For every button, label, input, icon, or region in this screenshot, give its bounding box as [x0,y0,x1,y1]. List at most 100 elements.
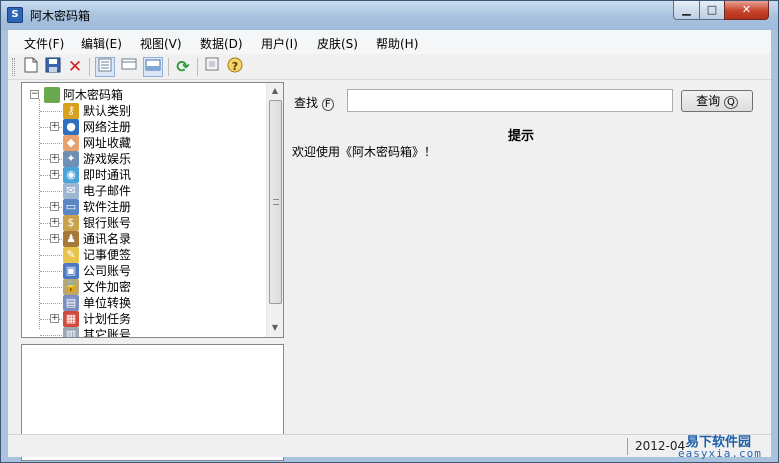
tree-item[interactable]: ▣ 公司账号 [22,263,267,279]
scroll-thumb[interactable] [269,100,282,304]
close-button[interactable]: ✕ [724,1,769,20]
status-separator [627,438,628,455]
window-app-icon: ▭ [63,199,79,215]
tree-item[interactable]: + ✦ 游戏娱乐 [22,151,267,167]
toolbar: ✕ ⟳ ? [8,54,771,80]
scroll-down-icon[interactable]: ▼ [267,320,283,336]
menu-data[interactable]: 数据(D) [200,35,243,52]
tree-item[interactable]: + $ 银行账号 [22,215,267,231]
bookmark-tag-icon: ◆ [63,135,79,151]
tree-item[interactable]: ✉ 电子邮件 [22,183,267,199]
tree-item[interactable]: ▥ 其它账号 [22,327,267,338]
status-bar: 2012-04- [8,434,771,457]
tree-item[interactable]: + ● 网络注册 [22,119,267,135]
tree-connector [40,303,62,304]
lock-file-icon: 🔒 [63,279,79,295]
status-date: 2012-04- [635,439,690,453]
menu-edit[interactable]: 编辑(E) [81,35,122,52]
tree-item-label: 通讯名录 [83,232,132,246]
minimize-button[interactable]: ▁ [673,1,700,20]
expand-icon[interactable]: + [50,314,59,323]
globe-icon: ● [63,119,79,135]
tip-title: 提示 [508,129,535,144]
tree-item-label: 网址收藏 [83,136,132,150]
help-icon[interactable]: ? [225,57,245,77]
menu-view[interactable]: 视图(V) [140,35,182,52]
query-button[interactable]: 查询 Q [681,90,753,112]
toolbar-separator [197,58,198,76]
tree-item-label: 公司账号 [83,264,132,278]
collapse-icon[interactable]: − [30,90,39,99]
trash-icon: ▥ [63,327,79,337]
tree-item-label: 单位转换 [83,296,132,310]
help-glyph: ? [231,60,239,73]
query-hotkey: Q [723,96,738,109]
tree-connector [40,255,62,256]
tree-root[interactable]: − 阿木密码箱 [22,87,267,103]
scroll-grip-icon [273,199,279,205]
tree-item-label: 其它账号 [83,328,132,338]
menu-user[interactable]: 用户(I) [261,35,298,52]
expand-icon[interactable]: + [50,202,59,211]
menu-file[interactable]: 文件(F) [24,35,64,52]
tree-scrollbar[interactable]: ▲ ▼ [266,83,283,337]
welcome-message: 欢迎使用《阿木密码箱》！ [292,145,437,159]
mail-icon: ✉ [63,183,79,199]
tree-item[interactable]: 🔒 文件加密 [22,279,267,295]
expand-icon[interactable]: + [50,154,59,163]
search-hotkey: F [321,98,334,111]
delete-icon[interactable]: ✕ [65,57,85,77]
window-title: 阿木密码箱 [30,9,91,23]
calculator-icon: ▤ [63,295,79,311]
app-window: S 阿木密码箱 ▁ □ ✕ 文件(F) 编辑(E) 视图(V) 数据(D) 用户… [0,0,779,463]
view-list-icon[interactable] [119,57,139,77]
tree-item[interactable]: + ◉ 即时通讯 [22,167,267,183]
query-button-label: 查询 [696,94,721,108]
expand-icon[interactable]: + [50,218,59,227]
chat-bubble-icon: ◉ [63,167,79,183]
contact-book-icon: ♟ [63,231,79,247]
money-bag-icon: $ [63,215,79,231]
tree-item[interactable]: ◆ 网址收藏 [22,135,267,151]
key-icon: ⚷ [63,103,79,119]
menu-skin[interactable]: 皮肤(S) [317,35,358,52]
new-file-icon[interactable] [21,57,41,77]
category-tree[interactable]: − 阿木密码箱 ⚷ 默认类别 + ● 网络注册 ◆ 网址收藏 + ✦ 游戏娱乐 + ◉ 即时通讯 ✉ 电子邮… [21,82,284,338]
tree-item-label: 记事便签 [83,248,132,262]
menu-help[interactable]: 帮助(H) [376,35,418,52]
tree-item[interactable]: ✎ 记事便签 [22,247,267,263]
tree-item[interactable]: ▤ 单位转换 [22,295,267,311]
tree-item-label: 游戏娱乐 [83,152,132,166]
scroll-up-icon[interactable]: ▲ [267,83,283,99]
client-area: 文件(F) 编辑(E) 视图(V) 数据(D) 用户(I) 皮肤(S) 帮助(H… [8,30,771,461]
search-label: 查找 F [294,94,334,111]
view-card-icon[interactable] [143,57,163,77]
tree-item[interactable]: ⚷ 默认类别 [22,103,267,119]
expand-icon[interactable]: + [50,122,59,131]
tree-connector [40,143,62,144]
tree-item-label: 银行账号 [83,216,132,230]
tree-item-label: 软件注册 [83,200,132,214]
app-icon: S [7,7,23,23]
tree-item-label: 电子邮件 [83,184,132,198]
tree-root-label: 阿木密码箱 [63,88,124,102]
expand-icon[interactable]: + [50,170,59,179]
about-icon[interactable] [202,57,222,77]
tree-item[interactable]: + ▦ 计划任务 [22,311,267,327]
note-icon: ✎ [63,247,79,263]
search-input[interactable] [347,89,673,112]
title-bar[interactable]: S 阿木密码箱 ▁ □ ✕ [1,1,778,30]
tree-item[interactable]: + ♟ 通讯名录 [22,231,267,247]
maximize-button[interactable]: □ [699,1,725,20]
tree-connector [40,271,62,272]
view-detail-icon[interactable] [95,57,115,77]
refresh-icon[interactable]: ⟳ [173,57,193,77]
tree-item[interactable]: + ▭ 软件注册 [22,199,267,215]
save-icon[interactable] [43,57,63,77]
menu-bar: 文件(F) 编辑(E) 视图(V) 数据(D) 用户(I) 皮肤(S) 帮助(H… [8,30,771,54]
calendar-icon: ▦ [63,311,79,327]
expand-icon[interactable]: + [50,234,59,243]
toolbar-grip[interactable] [12,58,15,76]
tree-item-label: 计划任务 [83,312,132,326]
tree-item-label: 网络注册 [83,120,132,134]
